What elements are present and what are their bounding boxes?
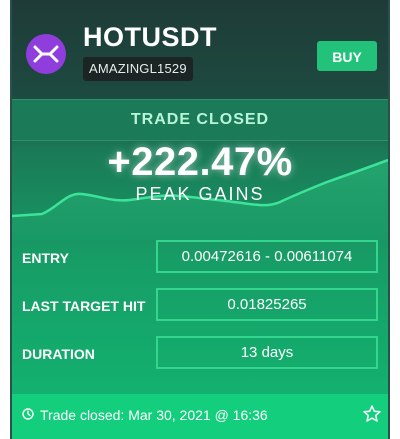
trade-closed-date: Trade closed: Mar 30, 2021 @ 16:36 [40,407,268,423]
star-icon[interactable] [362,404,382,424]
last-target-value: 0.01825265 [156,288,378,321]
buy-button[interactable]: BUY [317,41,377,71]
last-target-label: LAST TARGET HIT [22,298,146,314]
clock-icon [22,408,34,420]
trade-closed-banner: TRADE CLOSED [12,99,388,141]
peak-gain-label: PEAK GAINS [135,184,265,204]
holo-logo-icon [26,34,66,74]
footer-bar: Trade closed: Mar 30, 2021 @ 16:36 [12,394,388,439]
entry-label: ENTRY [22,250,69,266]
duration-label: DURATION [22,346,95,362]
duration-value: 13 days [156,336,378,369]
trade-card: HOTUSDT AMAZINGL1529 BUY TRADE CLOSED +2… [10,0,390,439]
entry-value: 0.00472616 - 0.00611074 [156,240,378,273]
coin-symbol: HOTUSDT [83,22,217,52]
username-badge: AMAZINGL1529 [83,57,193,81]
peak-gain-value: +222.47% [107,140,293,184]
